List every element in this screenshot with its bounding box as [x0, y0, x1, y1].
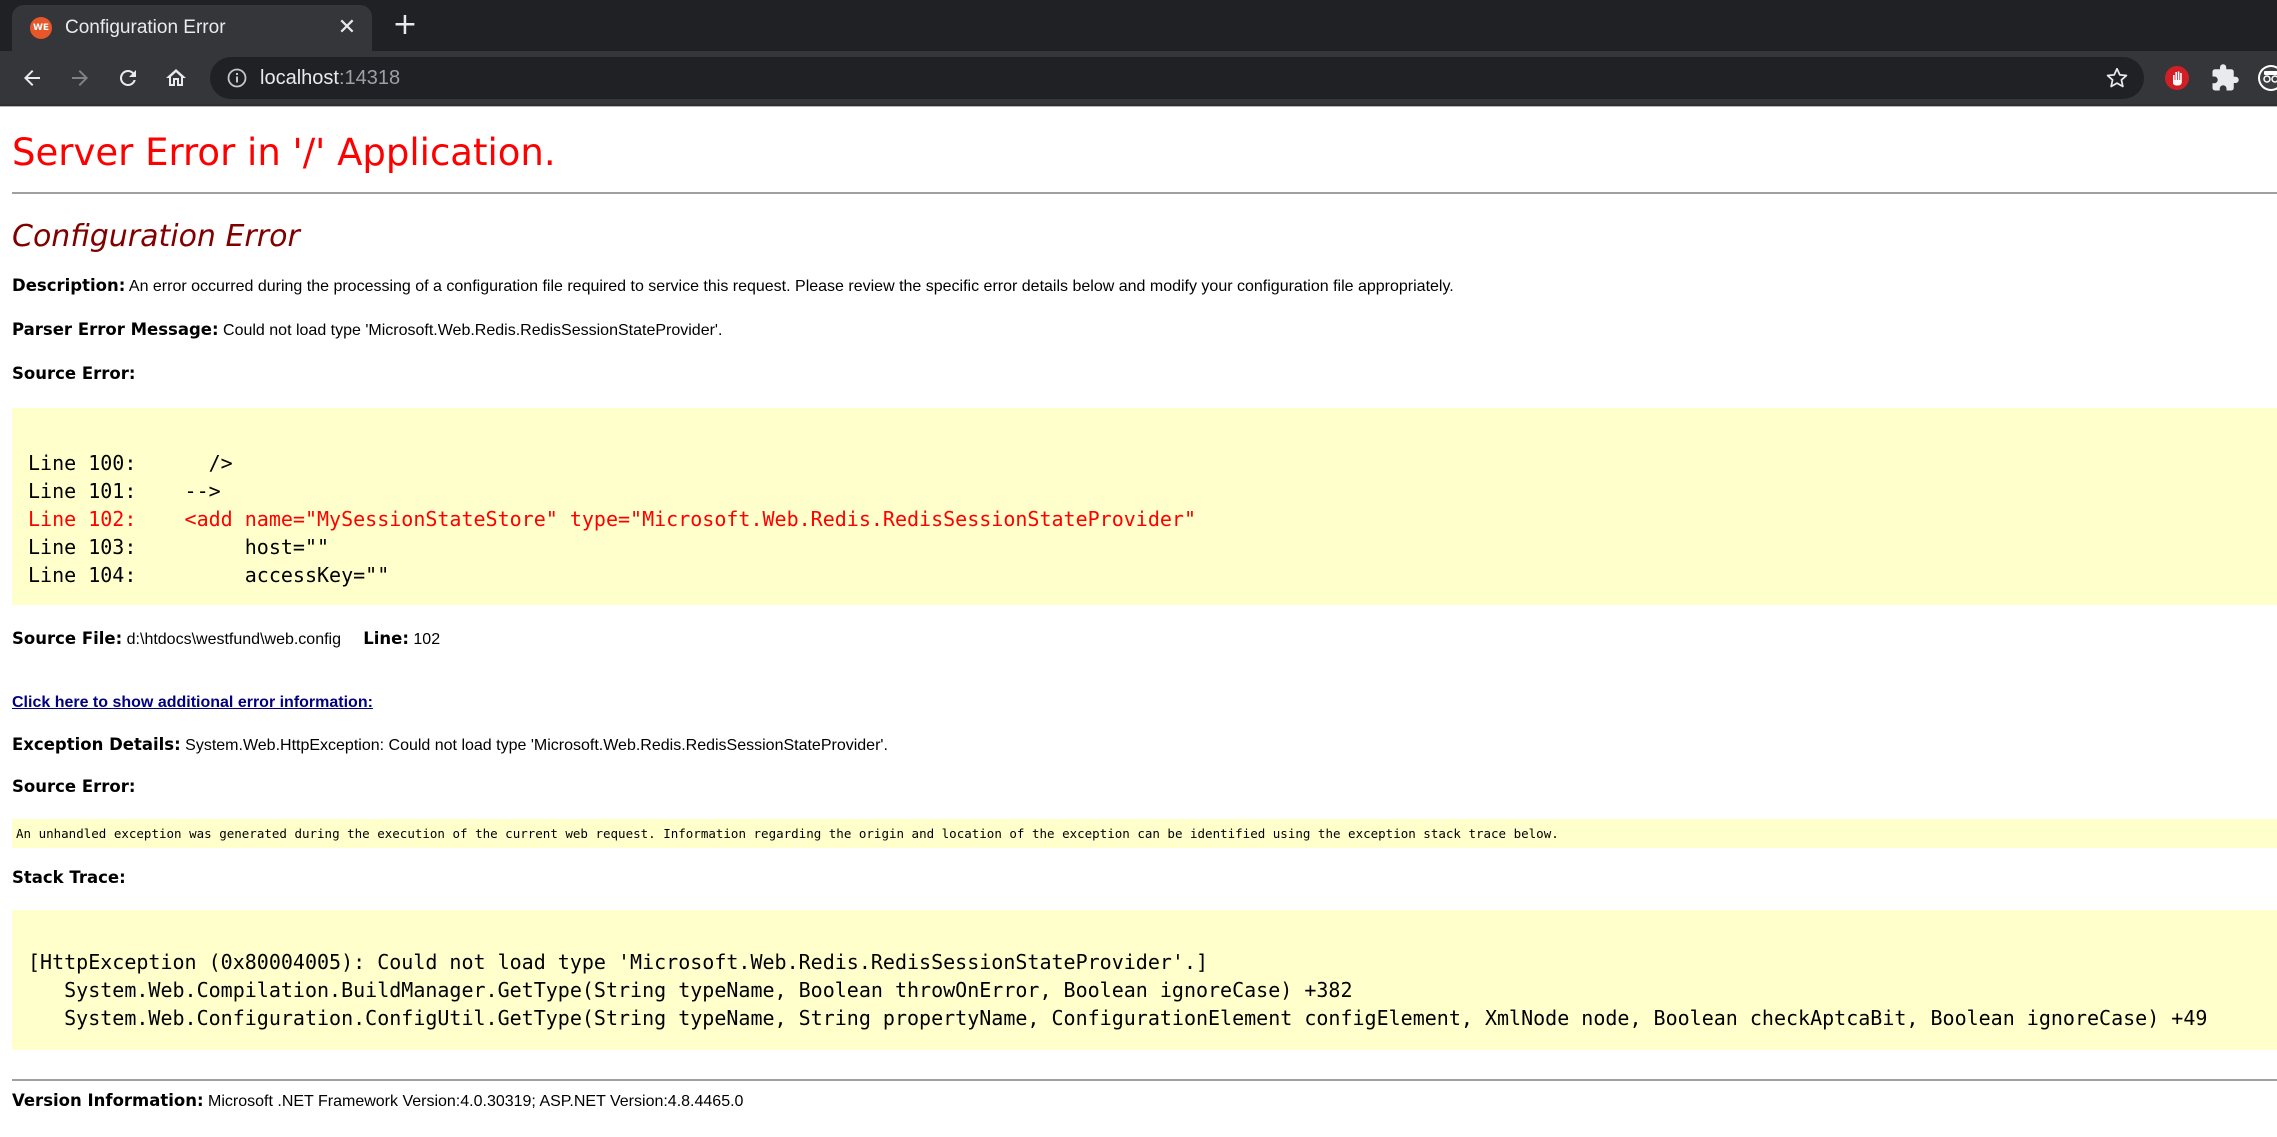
stack-trace: [HttpException (0x80004005): Could not l…	[28, 948, 2207, 1032]
version-label: Version Information:	[12, 1091, 204, 1110]
puzzle-extension-icon[interactable]	[2210, 63, 2240, 93]
parser-error-label: Parser Error Message:	[12, 320, 219, 339]
error-page: Server Error in '/' Application. Configu…	[12, 107, 2277, 1137]
source-code: Line 100: /> Line 101: --> Line 102: <add …	[28, 449, 1196, 589]
exception-details: Exception Details: System.Web.HttpExcept…	[12, 735, 888, 756]
line-label: Line:	[363, 629, 409, 648]
stack-trace-box: [HttpException (0x80004005): Could not l…	[12, 910, 2277, 1050]
source-line-104: Line 104: accessKey=""	[28, 563, 390, 587]
description-text: An error occurred during the processing …	[125, 278, 1454, 295]
parser-error-message: Parser Error Message: Could not load typ…	[12, 320, 722, 341]
url-text[interactable]: localhost:14318	[260, 65, 400, 91]
new-tab-icon[interactable]: +	[388, 8, 422, 42]
forward-icon[interactable]	[62, 60, 98, 96]
star-icon[interactable]	[2104, 65, 2130, 91]
hand-extension-icon[interactable]	[2162, 63, 2192, 93]
version-information: Version Information: Microsoft .NET Fram…	[12, 1091, 743, 1112]
exception-label: Exception Details:	[12, 735, 181, 754]
source-line-100: Line 100: />	[28, 451, 233, 475]
url-port: :14318	[338, 67, 401, 89]
description: Description: An error occurred during th…	[12, 276, 1454, 297]
show-additional-error-link[interactable]: Click here to show additional error info…	[12, 694, 373, 711]
url-host: localhost	[260, 67, 339, 89]
source-error-label-2: Source Error:	[12, 777, 136, 796]
stack-trace-line: System.Web.Configuration.ConfigUtil.GetT…	[28, 1006, 2208, 1030]
stack-trace-heading: Stack Trace:	[12, 868, 126, 889]
source-line-102-error: Line 102: <add name="MySessionStateStore…	[28, 507, 1196, 531]
source-file: Source File: d:\htdocs\westfund\web.conf…	[12, 629, 440, 650]
unhandled-exception-box: An unhandled exception was generated dur…	[12, 819, 2277, 848]
source-error-heading: Source Error:	[12, 364, 135, 385]
page-title: Server Error in '/' Application.	[12, 131, 556, 174]
stack-trace-label: Stack Trace:	[12, 868, 126, 887]
close-tab-icon[interactable]: ✕	[332, 13, 362, 43]
address-bar[interactable]: localhost:14318	[210, 57, 2144, 99]
site-favicon-icon: WE	[30, 17, 52, 39]
source-error-label: Source Error:	[12, 364, 136, 383]
line-value: 102	[408, 631, 441, 648]
info-icon[interactable]	[226, 67, 248, 89]
source-code-box: Line 100: /> Line 101: --> Line 102: <add …	[12, 408, 2277, 605]
source-file-label: Source File:	[12, 629, 123, 648]
stack-trace-line: System.Web.Compilation.BuildManager.GetT…	[28, 978, 1353, 1002]
title-divider	[12, 192, 2277, 194]
reload-icon[interactable]	[110, 60, 146, 96]
description-label: Description:	[12, 276, 126, 295]
stack-trace-line: [HttpException (0x80004005): Could not l…	[28, 950, 1209, 974]
browser-toolbar: localhost:14318	[0, 51, 2277, 106]
parser-error-text: Could not load type 'Microsoft.Web.Redis…	[218, 322, 723, 339]
tab-title: Configuration Error	[65, 17, 226, 38]
source-line-103: Line 103: host=""	[28, 535, 330, 559]
tab-strip: WE Configuration Error ✕ +	[0, 0, 2277, 51]
footer-divider	[12, 1079, 2277, 1081]
error-heading: Configuration Error	[12, 219, 300, 254]
browser-tab[interactable]: WE Configuration Error ✕	[12, 5, 372, 51]
source-line-101: Line 101: -->	[28, 479, 221, 503]
source-file-value: d:\htdocs\westfund\web.config	[122, 631, 341, 648]
version-text: Microsoft .NET Framework Version:4.0.303…	[203, 1093, 744, 1110]
profile-icon[interactable]	[2256, 63, 2277, 93]
exception-text: System.Web.HttpException: Could not load…	[180, 737, 888, 754]
source-error-heading-2: Source Error:	[12, 777, 135, 798]
home-icon[interactable]	[158, 60, 194, 96]
back-icon[interactable]	[14, 60, 50, 96]
additional-info-row: Click here to show additional error info…	[12, 693, 373, 713]
unhandled-exception-text: An unhandled exception was generated dur…	[16, 826, 1559, 841]
